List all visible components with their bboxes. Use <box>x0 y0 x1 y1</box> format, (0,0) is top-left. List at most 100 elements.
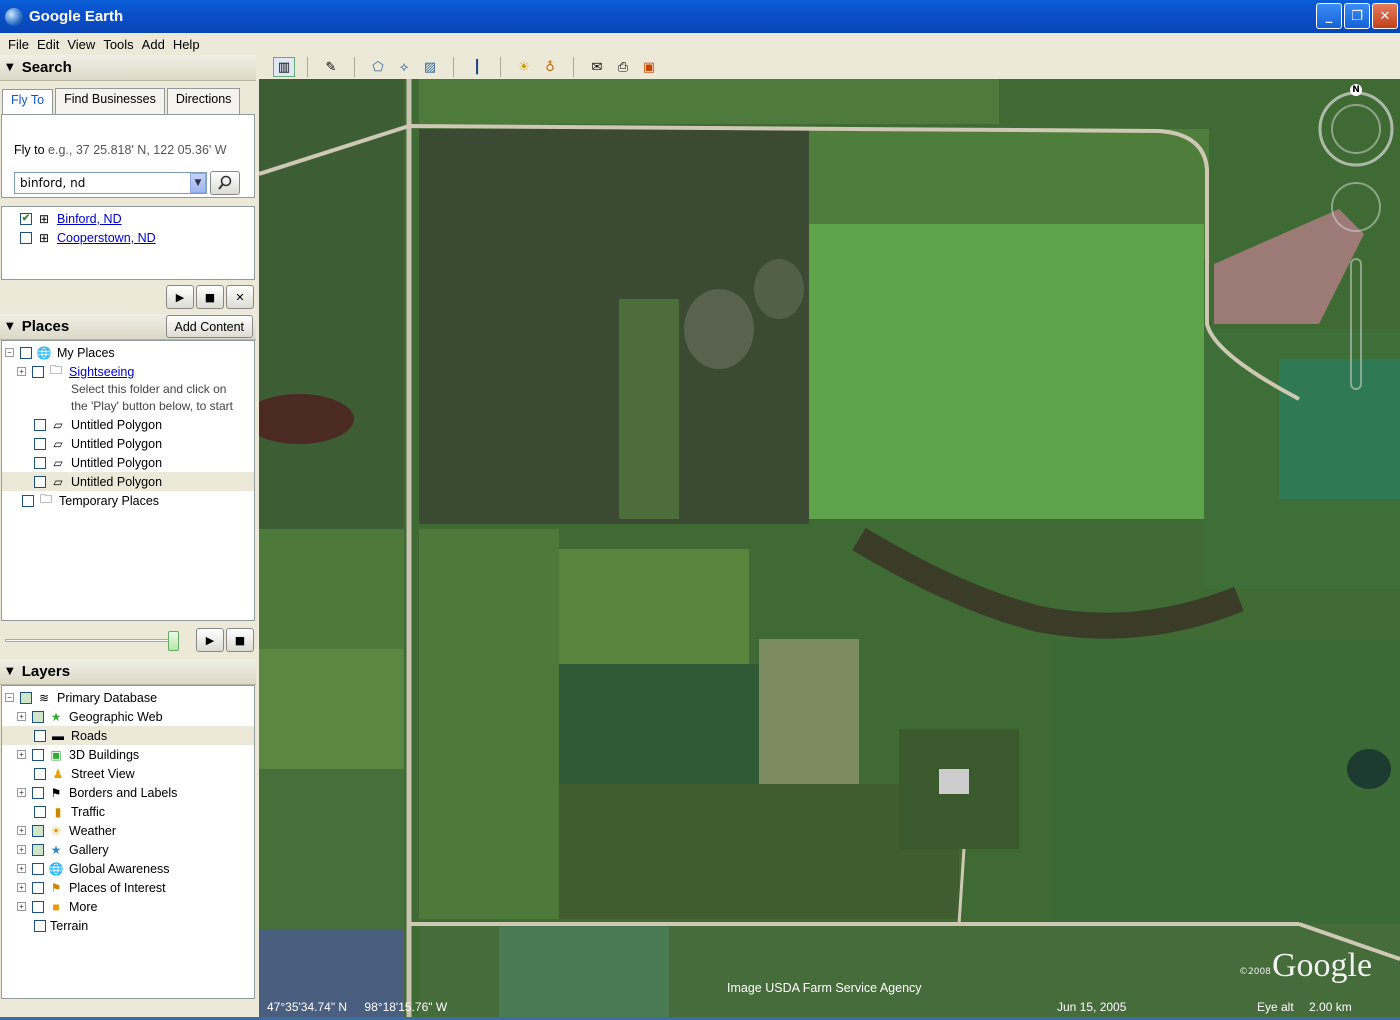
sunlight-icon[interactable]: ☀ <box>513 57 535 77</box>
expand-icon[interactable]: + <box>17 902 26 911</box>
menu-add[interactable]: Add <box>142 37 165 52</box>
expand-icon[interactable]: + <box>17 712 26 721</box>
tab-directions[interactable]: Directions <box>166 88 241 114</box>
play-button[interactable]: ▶ <box>166 285 194 309</box>
result-link[interactable]: Binford, ND <box>57 212 122 226</box>
list-item[interactable]: + ■ More <box>2 897 254 916</box>
close-button[interactable]: ✕ <box>1372 3 1398 29</box>
slider-thumb[interactable] <box>168 631 179 651</box>
list-item[interactable]: 🗀 Temporary Places <box>2 491 254 510</box>
menu-help[interactable]: Help <box>173 37 200 52</box>
print-icon[interactable]: ⎙ <box>612 57 634 77</box>
list-item[interactable]: ⊞ Cooperstown, ND <box>2 228 254 247</box>
google-maps-icon[interactable]: ▣ <box>638 57 660 77</box>
compass-north-icon[interactable]: N <box>1350 84 1362 96</box>
list-item[interactable]: + ★ Gallery <box>2 840 254 859</box>
expand-icon[interactable]: + <box>17 788 26 797</box>
list-item[interactable]: ▱ Untitled Polygon <box>2 415 254 434</box>
collapse-triangle-icon[interactable]: ▼ <box>6 62 14 73</box>
item-checkbox[interactable] <box>32 748 44 761</box>
email-icon[interactable]: ✉ <box>586 57 608 77</box>
item-checkbox[interactable] <box>22 494 34 507</box>
item-checkbox[interactable] <box>34 418 46 431</box>
collapse-icon[interactable]: − <box>5 348 14 357</box>
maximize-button[interactable]: ❐ <box>1344 3 1370 29</box>
clear-button[interactable]: ✕ <box>226 285 254 309</box>
list-item[interactable]: − 🌐 My Places <box>2 343 254 362</box>
menu-tools[interactable]: Tools <box>103 37 133 52</box>
list-item[interactable]: + 🌐 Global Awareness <box>2 859 254 878</box>
list-item[interactable]: ▱ Untitled Polygon <box>2 472 254 491</box>
add-content-button[interactable]: Add Content <box>165 315 253 338</box>
list-item[interactable]: + ▣ 3D Buildings <box>2 745 254 764</box>
list-item[interactable]: + ★ Geographic Web <box>2 707 254 726</box>
expand-icon[interactable]: + <box>17 826 26 835</box>
item-checkbox[interactable] <box>32 365 44 378</box>
satellite-imagery[interactable] <box>259 79 1400 1017</box>
item-checkbox[interactable] <box>32 786 44 799</box>
expand-icon[interactable]: + <box>17 883 26 892</box>
list-item[interactable]: ✔ ⊞ Binford, ND <box>2 209 254 228</box>
item-checkbox[interactable] <box>32 862 44 875</box>
item-checkbox[interactable] <box>32 881 44 894</box>
search-button[interactable] <box>210 171 240 195</box>
stop-button[interactable]: ■ <box>196 285 224 309</box>
path-icon[interactable]: ⟡ <box>393 57 415 77</box>
result-checkbox[interactable] <box>20 231 32 244</box>
list-item[interactable]: + ⚑ Places of Interest <box>2 878 254 897</box>
sidebar-toggle-icon[interactable]: ▥ <box>273 57 295 77</box>
planet-icon[interactable]: ♁ <box>539 57 561 77</box>
item-checkbox[interactable] <box>20 346 32 359</box>
expand-icon[interactable]: + <box>17 864 26 873</box>
item-checkbox[interactable] <box>34 437 46 450</box>
layers-panel-header[interactable]: ▼ Layers <box>0 659 256 685</box>
item-checkbox[interactable] <box>32 824 44 837</box>
item-checkbox[interactable] <box>20 691 32 704</box>
item-checkbox[interactable] <box>34 805 46 818</box>
map-view[interactable]: N Image USDA Farm Service Agency 47°35'3… <box>259 79 1400 1017</box>
minimize-button[interactable]: _ <box>1316 3 1342 29</box>
search-panel-header[interactable]: ▼ Search <box>0 55 256 81</box>
menu-view[interactable]: View <box>67 37 95 52</box>
play-tour-button[interactable]: ▶ <box>196 628 224 652</box>
list-item[interactable]: ▱ Untitled Polygon <box>2 453 254 472</box>
item-label[interactable]: Sightseeing <box>69 365 134 379</box>
expand-icon[interactable]: + <box>17 845 26 854</box>
fly-to-input[interactable]: binford, nd <box>14 172 207 194</box>
ruler-icon[interactable]: ┃ <box>466 57 488 77</box>
stop-tour-button[interactable]: ■ <box>226 628 254 652</box>
placemark-icon[interactable]: ✎ <box>320 57 342 77</box>
menu-file[interactable]: File <box>8 37 29 52</box>
item-checkbox[interactable] <box>32 843 44 856</box>
places-panel-header[interactable]: ▼ Places Add Content <box>0 314 256 340</box>
item-checkbox[interactable] <box>32 900 44 913</box>
item-checkbox[interactable] <box>34 919 46 932</box>
list-item[interactable]: − ≋ Primary Database <box>2 688 254 707</box>
result-checkbox[interactable]: ✔ <box>20 212 32 225</box>
tab-find-businesses[interactable]: Find Businesses <box>55 88 165 114</box>
history-dropdown-button[interactable]: ▼ <box>190 173 206 193</box>
collapse-triangle-icon[interactable]: ▼ <box>6 321 14 332</box>
expand-icon[interactable]: + <box>17 367 26 376</box>
collapse-icon[interactable]: − <box>5 693 14 702</box>
image-overlay-icon[interactable]: ▨ <box>419 57 441 77</box>
list-item[interactable]: + ⚑ Borders and Labels <box>2 783 254 802</box>
item-checkbox[interactable] <box>34 475 46 488</box>
list-item[interactable]: Terrain <box>2 916 254 935</box>
menu-edit[interactable]: Edit <box>37 37 59 52</box>
item-checkbox[interactable] <box>34 729 46 742</box>
collapse-triangle-icon[interactable]: ▼ <box>6 666 14 677</box>
result-link[interactable]: Cooperstown, ND <box>57 231 156 245</box>
tour-speed-slider[interactable] <box>5 639 175 642</box>
expand-icon[interactable]: + <box>17 750 26 759</box>
item-checkbox[interactable] <box>34 767 46 780</box>
list-item[interactable]: ▬ Roads <box>2 726 254 745</box>
list-item[interactable]: + ☀ Weather <box>2 821 254 840</box>
list-item[interactable]: ▮ Traffic <box>2 802 254 821</box>
polygon-icon[interactable]: ⬠ <box>367 57 389 77</box>
item-checkbox[interactable] <box>32 710 44 723</box>
list-item[interactable]: ▱ Untitled Polygon <box>2 434 254 453</box>
item-checkbox[interactable] <box>34 456 46 469</box>
tab-fly-to[interactable]: Fly To <box>2 89 54 115</box>
list-item[interactable]: + 🗀 Sightseeing <box>2 362 254 381</box>
